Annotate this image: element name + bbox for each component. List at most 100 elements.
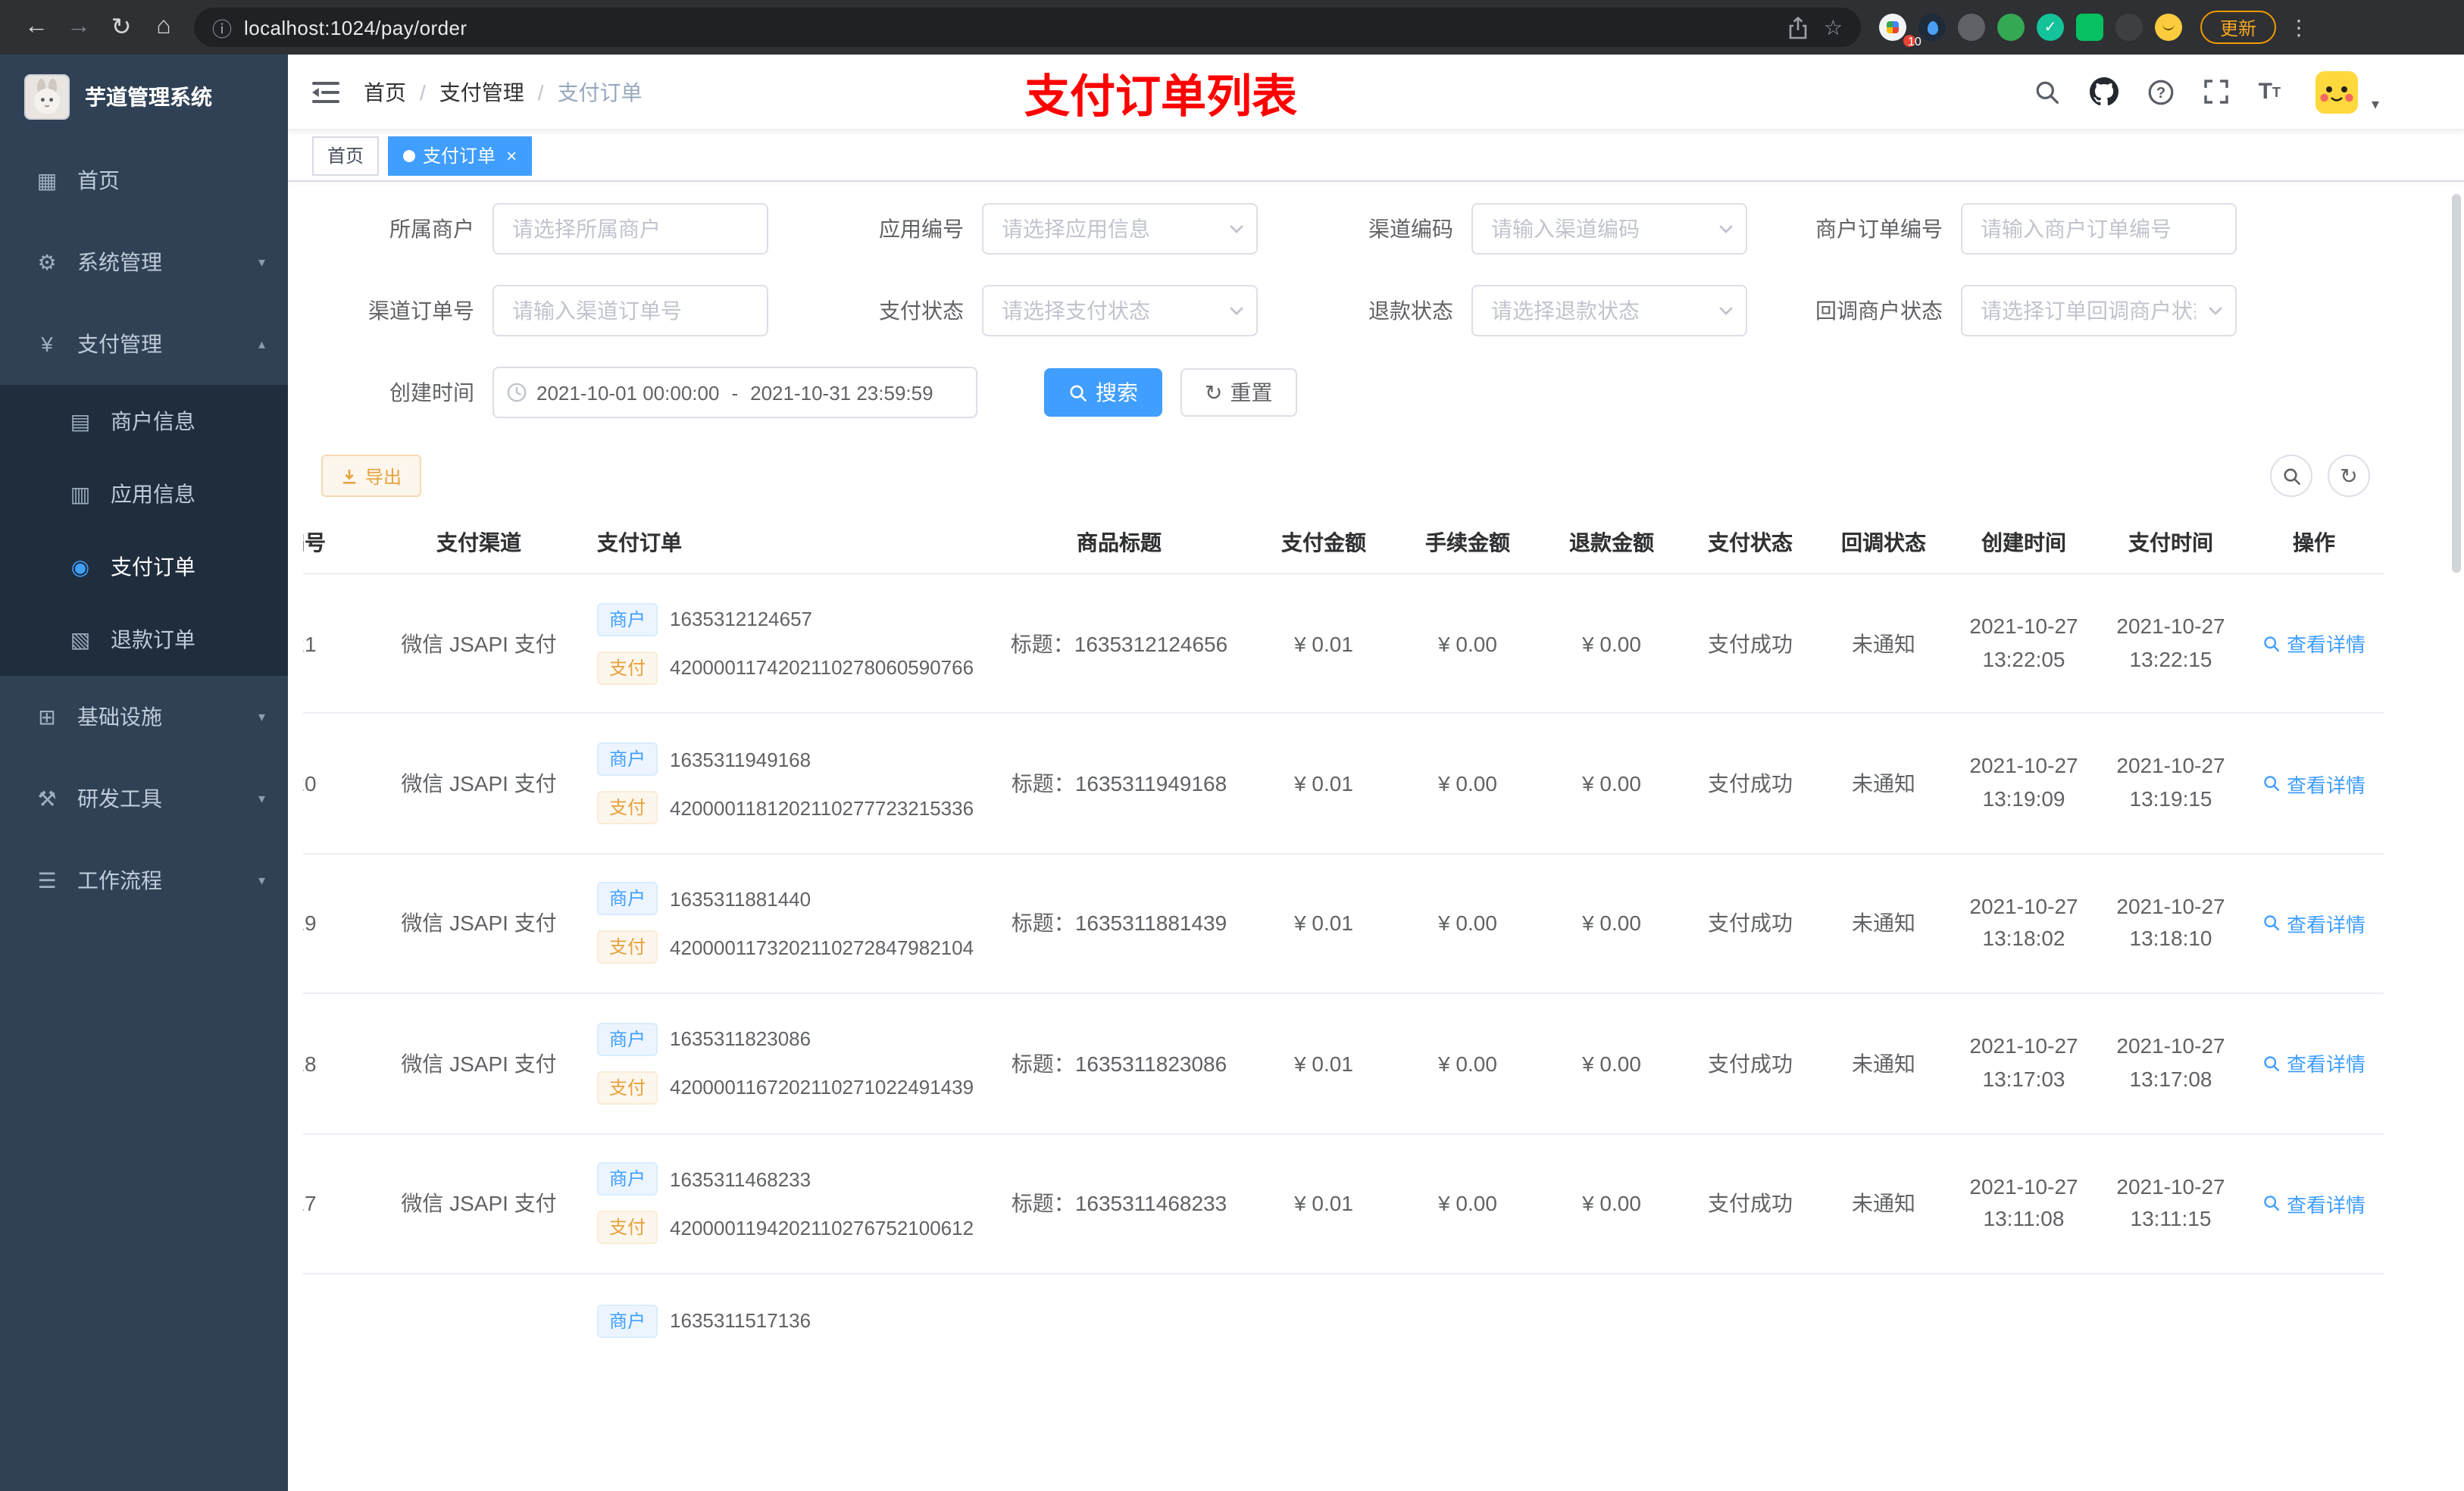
refund-amount-cell: ¥ 0.00	[1540, 993, 1684, 1135]
sidebar-item-pay-order[interactable]: ◉ 支付订单	[0, 530, 288, 603]
active-tab-dot	[403, 149, 416, 161]
channel-code-select[interactable]	[1471, 203, 1747, 255]
extension-dots-icon[interactable]: 10	[1879, 14, 1921, 48]
view-detail-link[interactable]: 查看详情	[2262, 1189, 2366, 1217]
sidebar-group-devtools[interactable]: ⚒ 研发工具 ▾	[0, 758, 288, 839]
hamburger-fold-icon[interactable]	[312, 80, 339, 104]
create-time-cell: 2021-10-27 13:11:08	[1950, 1133, 2097, 1274]
toggle-search-icon[interactable]	[2270, 455, 2312, 497]
channel-pay-no: 4200001194202110276752100612	[670, 1216, 974, 1239]
tab-pay-order[interactable]: 支付订单 ×	[388, 136, 533, 175]
extension-check-icon[interactable]: ✓	[2037, 14, 2064, 41]
chevron-down-icon: ▾	[258, 872, 265, 887]
extension-drop-icon[interactable]	[1918, 14, 1946, 41]
filter-row-1: 所属商户 应用编号 渠道编码 商户订单编号	[303, 203, 2449, 255]
font-size-icon[interactable]: TT	[2259, 79, 2281, 105]
extensions-pin-icon[interactable]	[2115, 14, 2143, 41]
breadcrumb-pay-management[interactable]: 支付管理	[439, 77, 524, 107]
chevron-down-icon: ▾	[258, 790, 265, 805]
refund-status-select[interactable]	[1471, 285, 1747, 336]
breadcrumb-home[interactable]: 首页	[364, 77, 406, 107]
tab-home[interactable]: 首页	[312, 136, 380, 175]
pay-channel-cell: 微信 JSAPI 支付	[373, 1133, 585, 1274]
main-area: 首页 / 支付管理 / 支付订单 支付订单列表 ? T T ▾ 首页 支付订单 …	[288, 55, 2464, 1491]
site-info-icon[interactable]: ⓘ	[212, 13, 232, 42]
table-row: 18 微信 JSAPI 支付 商户 1635311823086 支付	[303, 993, 2384, 1135]
share-icon[interactable]	[1789, 16, 1809, 39]
svg-text:?: ?	[2157, 84, 2166, 101]
sidebar-group-workflow[interactable]: ☰ 工作流程 ▾	[0, 839, 288, 921]
merchant-tag: 商户	[597, 882, 658, 916]
sidebar-item-refund-order[interactable]: ▧ 退款订单	[0, 603, 288, 676]
view-detail-link[interactable]: 查看详情	[2262, 1049, 2366, 1078]
browser-refresh-icon[interactable]: ↻	[100, 6, 142, 48]
pay-amount-cell: ¥ 0.01	[1252, 1133, 1396, 1274]
search-icon[interactable]	[2034, 78, 2062, 105]
gear-icon: ⚙	[37, 249, 57, 274]
extension-badge: 10	[1903, 35, 1921, 48]
sidebar-group-infra[interactable]: ⊞ 基础设施 ▾	[0, 676, 288, 758]
pay-tag: 支付	[597, 930, 658, 964]
sidebar-group-system[interactable]: ⚙ 系统管理 ▾	[0, 221, 288, 303]
pay-order-cell: 商户 1635311823086 支付 42000011672021102710…	[585, 993, 987, 1135]
browser-update-button[interactable]: 更新	[2200, 11, 2277, 44]
notify-status-select[interactable]	[1961, 285, 2237, 336]
sidebar-item-app-info[interactable]: ▥ 应用信息	[0, 458, 288, 530]
extension-chat-icon[interactable]	[2076, 14, 2103, 41]
merchant-order-no: 1635312124657	[670, 608, 813, 631]
pay-order-cell: 商户 1635311949168 支付 42000011812021102777…	[585, 713, 987, 855]
app-id-select[interactable]	[982, 203, 1258, 255]
table-row: 21 微信 JSAPI 支付 商户 1635312124657 支付	[303, 574, 2384, 714]
fee-amount-cell: ¥ 0.00	[1396, 1133, 1540, 1274]
export-button[interactable]: 导出	[321, 455, 422, 497]
extension-gray-icon[interactable]	[1958, 14, 1985, 41]
channel-order-no-input[interactable]	[492, 285, 768, 336]
help-icon[interactable]: ?	[2148, 78, 2175, 105]
col-fee-amount: 手续金额	[1396, 512, 1540, 574]
browser-home-icon[interactable]: ⌂	[142, 6, 185, 48]
bookmark-star-icon[interactable]: ☆	[1824, 14, 1843, 40]
view-detail-link[interactable]: 查看详情	[2262, 629, 2366, 658]
close-icon[interactable]: ×	[506, 145, 517, 166]
merchant-tag: 商户	[597, 1162, 658, 1196]
pay-amount-cell: ¥ 0.01	[1252, 993, 1396, 1135]
address-bar[interactable]: ⓘ localhost:1024/pay/order ☆	[194, 8, 1861, 47]
chevron-down-icon: ▾	[258, 254, 265, 269]
extension-green-icon[interactable]	[1997, 14, 2025, 41]
view-detail-link[interactable]: 查看详情	[2262, 909, 2366, 938]
search-button[interactable]: 搜索	[1044, 368, 1162, 417]
col-product-title: 商品标题	[987, 512, 1252, 574]
refund-amount-cell: ¥ 0.00	[1540, 713, 1684, 855]
page-scrollbar-thumb[interactable]	[2452, 194, 2461, 573]
reset-button[interactable]: ↻ 重置	[1180, 368, 1297, 417]
browser-forward-icon[interactable]: →	[58, 6, 100, 48]
refresh-table-icon[interactable]: ↻	[2328, 455, 2370, 497]
fullscreen-icon[interactable]	[2204, 79, 2230, 105]
browser-back-icon[interactable]: ←	[15, 6, 58, 48]
user-avatar[interactable]: ▾	[2315, 70, 2379, 113]
pay-status-select[interactable]	[982, 285, 1258, 336]
tags-view-bar: 首页 支付订单 ×	[288, 130, 2464, 182]
col-pay-time: 支付时间	[2097, 512, 2244, 574]
start-date-value: 2021-10-01 00:00:00	[536, 381, 720, 404]
github-icon[interactable]	[2090, 77, 2119, 106]
refund-amount-cell: ¥ 0.00	[1540, 1133, 1684, 1274]
profile-emoji-icon[interactable]	[2155, 14, 2182, 41]
create-time-range-picker[interactable]: 2021-10-01 00:00:00 - 2021-10-31 23:59:5…	[492, 367, 977, 418]
create-time-cell: 2021-10-27 13:22:05	[1950, 574, 2097, 714]
refund-amount-cell: ¥ 0.00	[1540, 574, 1684, 714]
order-id-cell: 17	[303, 1133, 373, 1274]
browser-menu-icon[interactable]: ⋮	[2288, 14, 2311, 40]
sidebar-item-home[interactable]: ▦ 首页	[0, 139, 288, 221]
col-create-time: 创建时间	[1950, 512, 2097, 574]
sidebar-group-payment[interactable]: ¥ 支付管理 ▴	[0, 303, 288, 385]
pay-tag: 支付	[597, 651, 658, 685]
sidebar-item-merchant-info[interactable]: ▤ 商户信息	[0, 385, 288, 458]
merchant-order-no-input[interactable]	[1961, 203, 2237, 255]
fee-amount-cell: ¥ 0.00	[1396, 993, 1540, 1135]
owner-merchant-input[interactable]	[492, 203, 768, 255]
pay-order-cell: 商户 1635311517136	[585, 1274, 987, 1365]
pay-channel-cell: 微信 JSAPI 支付	[373, 993, 585, 1135]
pay-time-cell: 2021-10-27 13:17:08	[2097, 993, 2244, 1135]
view-detail-link[interactable]: 查看详情	[2262, 769, 2366, 798]
